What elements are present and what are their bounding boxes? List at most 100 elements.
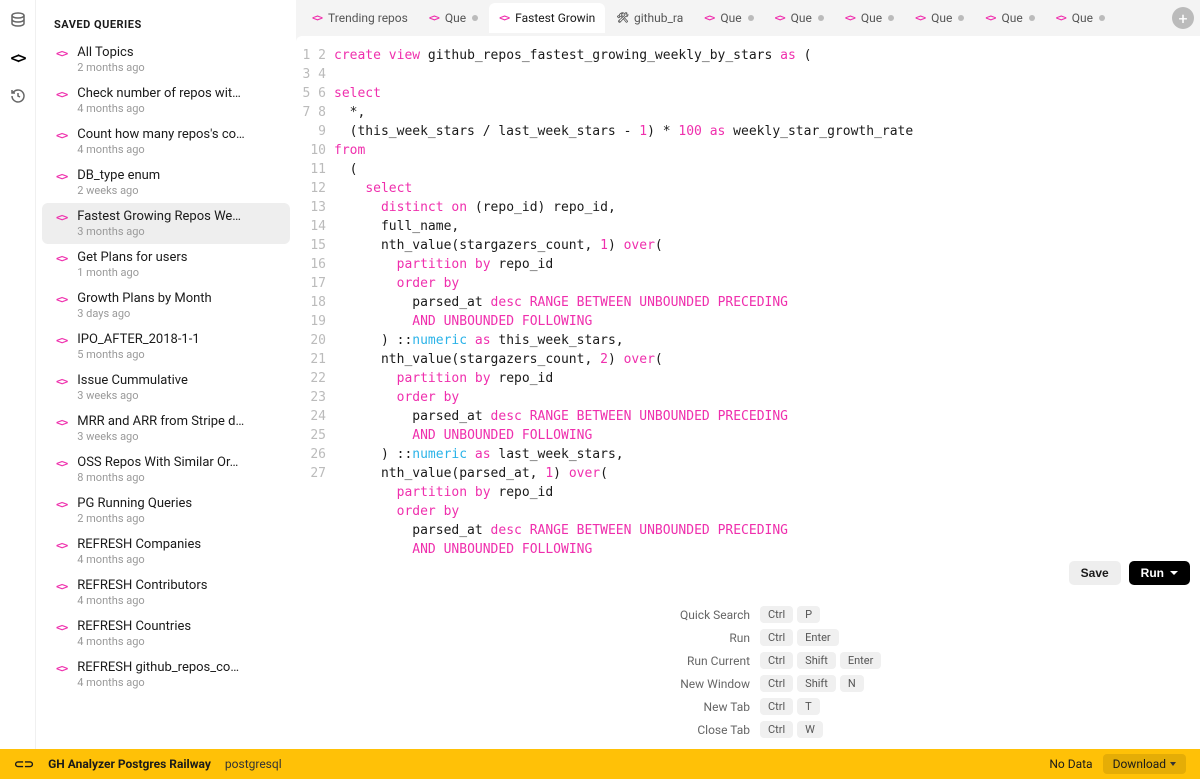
key: Enter <box>797 629 839 646</box>
tab[interactable]: <>Que <box>1046 3 1115 33</box>
tab[interactable]: <> Trending repos <box>302 3 418 33</box>
tab[interactable]: <>Que <box>419 3 488 33</box>
shortcut-row: Run CtrlEnter <box>296 626 1200 649</box>
saved-query-item[interactable]: <> Get Plans for users 1 month ago <box>42 244 290 285</box>
key: Ctrl <box>760 629 793 646</box>
code-icon: <> <box>429 13 439 24</box>
tab-label: Que <box>931 11 952 25</box>
key: Shift <box>797 675 836 692</box>
saved-query-item[interactable]: <> REFRESH Companies 4 months ago <box>42 531 290 572</box>
code-icon: <> <box>56 88 67 101</box>
query-meta: 3 weeks ago <box>77 389 276 402</box>
query-name: Get Plans for users <box>77 250 276 265</box>
tab[interactable]: <> Que <box>905 3 974 33</box>
tab[interactable]: <>Que <box>694 3 763 33</box>
tab-label: Trending repos <box>328 11 408 25</box>
save-button[interactable]: Save <box>1069 561 1121 585</box>
saved-query-item[interactable]: <> IPO_AFTER_2018-1-1 5 months ago <box>42 326 290 367</box>
sidebar-title: SAVED QUERIES <box>36 8 296 39</box>
key: T <box>797 698 820 715</box>
shortcut-label: Close Tab <box>330 723 750 737</box>
query-meta: 2 weeks ago <box>77 184 276 197</box>
tab[interactable]: <>Que <box>835 3 904 33</box>
query-name: OSS Repos With Similar Or… <box>77 455 276 470</box>
tab-label: Que <box>720 11 741 25</box>
code-icon: <> <box>56 457 67 470</box>
query-name: MRR and ARR from Stripe d… <box>77 414 276 429</box>
code-icon: <> <box>56 293 67 306</box>
query-meta: 2 months ago <box>77 512 276 525</box>
tab[interactable]: <> Que <box>975 3 1044 33</box>
shortcut-label: New Tab <box>330 700 750 714</box>
saved-query-item[interactable]: <> OSS Repos With Similar Or… 8 months a… <box>42 449 290 490</box>
saved-query-item[interactable]: <> MRR and ARR from Stripe d… 3 weeks ag… <box>42 408 290 449</box>
saved-query-item[interactable]: <> Fastest Growing Repos We… 3 months ag… <box>42 203 290 244</box>
shortcut-label: Run Current <box>330 654 750 668</box>
query-name: REFRESH Countries <box>77 619 276 634</box>
saved-query-item[interactable]: <> Count how many repos's co… 4 months a… <box>42 121 290 162</box>
tab-label: Que <box>791 11 812 25</box>
query-name: REFRESH github_repos_co… <box>77 660 276 675</box>
run-button[interactable]: Run <box>1129 561 1190 585</box>
query-meta: 4 months ago <box>77 594 276 607</box>
saved-query-item[interactable]: <> PG Running Queries 2 months ago <box>42 490 290 531</box>
code-icon: <> <box>56 375 67 388</box>
code-icon: <> <box>56 47 67 60</box>
query-meta: 4 months ago <box>77 143 276 156</box>
tab[interactable]: <>Fastest Growin <box>489 3 605 33</box>
nodata-label: No Data <box>1049 757 1092 771</box>
query-meta: 4 months ago <box>77 102 276 115</box>
shortcut-row: Quick SearchCtrlP <box>296 603 1200 626</box>
query-name: IPO_AFTER_2018-1-1 <box>77 332 276 347</box>
saved-query-item[interactable]: <> REFRESH github_repos_co… 4 months ago <box>42 654 290 695</box>
tools-icon: 🛠 <box>616 13 628 24</box>
code-content[interactable]: create view github_repos_fastest_growing… <box>334 36 1200 595</box>
code-icon: <> <box>56 662 67 675</box>
code-icon: <> <box>312 13 322 24</box>
key: W <box>797 721 823 738</box>
code-icon: <> <box>985 13 995 24</box>
code-editor[interactable]: 1 2 3 4 5 6 7 8 9 10 11 12 13 14 15 16 1… <box>296 36 1200 595</box>
saved-query-item[interactable]: <> All Topics 2 months ago <box>42 39 290 80</box>
saved-query-item[interactable]: <> Issue Cummulative 3 weeks ago <box>42 367 290 408</box>
query-meta: 3 days ago <box>77 307 276 320</box>
query-name: Growth Plans by Month <box>77 291 276 306</box>
history-icon[interactable] <box>8 86 28 106</box>
tab-label: github_ra <box>634 11 683 25</box>
saved-query-item[interactable]: <> REFRESH Contributors 4 months ago <box>42 572 290 613</box>
add-tab-button[interactable]: + <box>1172 7 1194 29</box>
saved-query-item[interactable]: <> Growth Plans by Month 3 days ago <box>42 285 290 326</box>
shortcut-row: New TabCtrlT <box>296 695 1200 718</box>
download-button[interactable]: Download <box>1103 754 1186 774</box>
database-icon[interactable] <box>8 10 28 30</box>
query-name: PG Running Queries <box>77 496 276 511</box>
tab[interactable]: 🛠 github_ra <box>606 3 693 33</box>
query-meta: 3 months ago <box>77 225 276 238</box>
shortcut-row: Run CurrentCtrlShiftEnter <box>296 649 1200 672</box>
connection-name[interactable]: GH Analyzer Postgres Railway <box>48 757 211 771</box>
query-name: Check number of repos wit… <box>77 86 276 101</box>
editor-pane: <>Trending repos<>Que<>Fastest Growin🛠gi… <box>296 0 1200 749</box>
dirty-indicator <box>1029 15 1035 21</box>
saved-query-item[interactable]: <> Check number of repos wit… 4 months a… <box>42 80 290 121</box>
code-icon: <> <box>56 498 67 511</box>
saved-query-item[interactable]: <> REFRESH Countries 4 months ago <box>42 613 290 654</box>
tab-label: Que <box>1001 11 1022 25</box>
shortcut-label: New Window <box>330 677 750 691</box>
query-name: REFRESH Contributors <box>77 578 276 593</box>
tab-label: Fastest Growin <box>515 11 595 25</box>
query-meta: 3 weeks ago <box>77 430 276 443</box>
shortcut-label: Run <box>330 631 750 645</box>
key: Ctrl <box>760 721 793 738</box>
tab[interactable]: <>Que <box>765 3 834 33</box>
code-icon: <> <box>915 13 925 24</box>
key: N <box>840 675 864 692</box>
code-icon: <> <box>56 580 67 593</box>
code-icon[interactable]: <> <box>8 48 28 68</box>
dirty-indicator <box>888 15 894 21</box>
query-meta: 1 month ago <box>77 266 276 279</box>
query-meta: 8 months ago <box>77 471 276 484</box>
code-icon: <> <box>56 621 67 634</box>
query-meta: 4 months ago <box>77 553 276 566</box>
saved-query-item[interactable]: <> DB_type enum 2 weeks ago <box>42 162 290 203</box>
